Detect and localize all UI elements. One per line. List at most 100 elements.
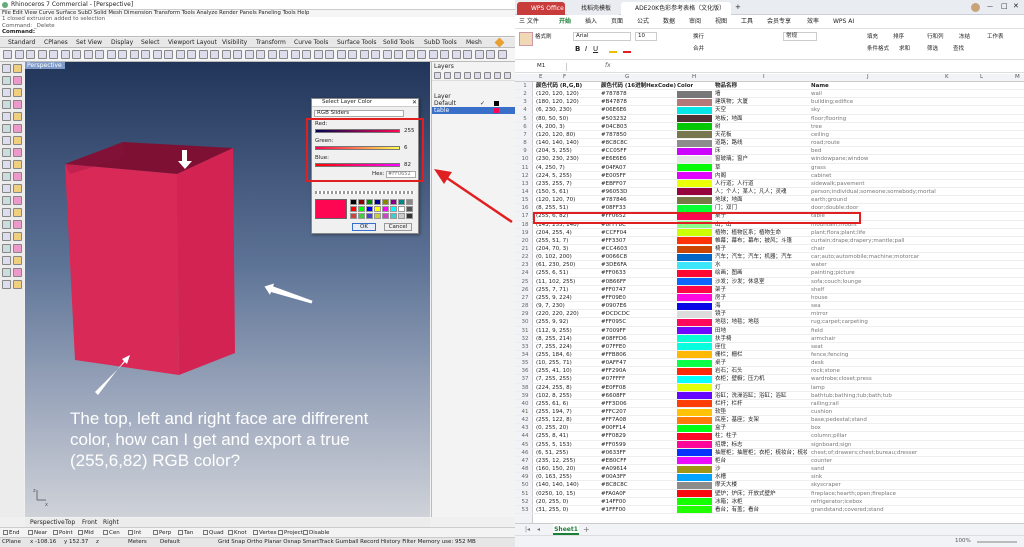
color-swatch[interactable] — [677, 424, 712, 432]
cell-name-cn[interactable]: 帷幕；幕布；幕布；披风；斗篷 — [715, 237, 807, 245]
toolbar-tool-icon[interactable] — [486, 50, 495, 59]
row-number[interactable]: 9 — [518, 147, 532, 155]
toolbar-tool-icon[interactable] — [290, 50, 300, 59]
cell-name[interactable]: sky — [811, 106, 936, 114]
color-swatch[interactable] — [677, 155, 712, 163]
cell-rgb[interactable]: (255, 7, 71) — [536, 286, 568, 294]
cell-name-cn[interactable]: 水槽 — [715, 473, 807, 481]
cell-rgb[interactable]: (61, 230, 250) — [536, 261, 575, 269]
cell-name[interactable]: box — [811, 424, 936, 432]
row-number[interactable]: 20 — [518, 237, 532, 245]
toolbar-tool-icon[interactable] — [175, 50, 185, 59]
font-color-icon[interactable] — [623, 47, 631, 53]
toolbar-tool-icon[interactable] — [417, 50, 426, 59]
color-swatch[interactable] — [677, 106, 712, 114]
table-row[interactable]: 3 (180, 120, 120) #B47878 建筑物；大厦 building;ed… — [515, 98, 1024, 107]
table-row[interactable]: 12 (224, 5, 255) #E005FF 内阁 cabinet — [515, 172, 1024, 180]
close-icon[interactable]: ✕ — [412, 100, 417, 106]
cell-rgb[interactable]: (6, 51, 255) — [536, 449, 568, 457]
cell-hex[interactable]: #CCFF04 — [601, 229, 627, 237]
tab-subd-tools[interactable]: SubD Tools — [424, 40, 457, 46]
palette-swatch[interactable] — [366, 199, 373, 205]
cell-name[interactable]: wardrobe;closet;press — [811, 375, 936, 383]
side-tool-icon[interactable] — [13, 280, 22, 289]
toolbar-tool-icon[interactable] — [463, 50, 472, 59]
cell-name[interactable]: fence;fencing — [811, 351, 936, 359]
color-swatch[interactable] — [677, 278, 712, 286]
wps-menu-item[interactable]: 数据 — [663, 19, 675, 25]
cell-name[interactable]: painting;picture — [811, 269, 936, 277]
row-col-button[interactable]: 行和列 — [927, 34, 944, 41]
freeze-button[interactable]: 冻结 — [959, 34, 970, 41]
table-row[interactable]: 46 (6, 51, 255) #0633FF 抽屉柜；抽屉柜；衣柜；梳妆台；梳妆台 c… — [515, 449, 1024, 457]
table-row[interactable]: 22 (0, 102, 200) #0066C8 汽车；汽车；汽车；机器；汽车 car;… — [515, 253, 1024, 262]
row-number[interactable]: 41 — [518, 408, 532, 416]
row-number[interactable]: 36 — [518, 367, 532, 375]
cell-name-cn[interactable]: 人；个人；某人；凡人；灵魂 — [715, 188, 807, 196]
cell-name[interactable]: windowpane;window — [811, 155, 936, 163]
toolbar-tool-icon[interactable] — [394, 50, 403, 59]
cell-rgb[interactable]: (255, 194, 7) — [536, 408, 572, 416]
toolbar-tool-icon[interactable] — [348, 50, 357, 59]
toolbar-tool-icon[interactable] — [497, 50, 507, 59]
cell-name[interactable]: sink — [811, 473, 936, 481]
osnap-perp[interactable]: Perp — [153, 530, 171, 537]
cell-rgb[interactable]: (4, 250, 7) — [536, 164, 565, 172]
table-row[interactable]: 2 (120, 120, 120) #787878 墙 wall — [515, 90, 1024, 99]
zoom-slider[interactable] — [977, 541, 1017, 543]
row-number[interactable]: 8 — [518, 139, 532, 147]
cell-hex[interactable]: #FF0829 — [601, 432, 626, 440]
table-row[interactable]: 25 (11, 102, 255) #0B66FF 沙发；沙发；休息室 sofa;cou… — [515, 278, 1024, 286]
cell-name[interactable]: road;route — [811, 139, 936, 147]
toolbar-tool-icon[interactable] — [164, 50, 173, 59]
cell-rgb[interactable]: (0, 163, 255) — [536, 473, 572, 481]
cell-name-cn[interactable]: 底座；基座；支架 — [715, 416, 807, 424]
cell-name-cn[interactable]: 扶手椅 — [715, 335, 807, 343]
cell-rgb[interactable]: (255, 9, 224) — [536, 294, 572, 302]
cell-name-cn[interactable]: 椅子 — [715, 245, 807, 253]
side-tool-icon[interactable] — [13, 160, 22, 169]
palette-swatch[interactable] — [406, 213, 413, 219]
status-units[interactable]: Meters — [128, 539, 147, 546]
table-row[interactable]: 34 (255, 184, 6) #FFB806 栅栏；栅栏 fence;fencing — [515, 351, 1024, 360]
cell-name-cn[interactable]: 地球；地面 — [715, 196, 807, 204]
table-row[interactable]: 36 (255, 41, 10) #FF290A 岩石；石头 rock;stone — [515, 367, 1024, 376]
cell-hex[interactable]: #503232 — [601, 115, 627, 123]
cell-name[interactable]: seat — [811, 343, 936, 351]
table-row[interactable]: 52 (20, 255, 0) #14FF00 冰箱；冰柜 refrigerator;i… — [515, 498, 1024, 506]
cell-rgb[interactable]: (150, 5, 61) — [536, 188, 568, 196]
row-number[interactable]: 18 — [518, 221, 532, 229]
palette-swatch[interactable] — [390, 199, 397, 205]
color-swatch[interactable] — [677, 131, 712, 139]
table-row[interactable]: 44 (255, 8, 41) #FF0829 柱；柱子 column;pillar — [515, 432, 1024, 441]
row-number[interactable]: 7 — [518, 131, 532, 139]
row-number[interactable]: 45 — [518, 441, 532, 449]
color-swatch[interactable] — [677, 310, 712, 318]
font-select[interactable]: Arial — [576, 33, 588, 40]
side-tool-icon[interactable] — [2, 196, 11, 205]
cell-name-cn[interactable]: 内阁 — [715, 172, 807, 180]
find-button[interactable]: 查找 — [953, 46, 964, 53]
osnap-vertex[interactable]: Vertex — [253, 530, 277, 537]
table-row[interactable]: 14 (150, 5, 61) #96053D 人；个人；某人；凡人；灵魂 person… — [515, 188, 1024, 197]
color-swatch[interactable] — [677, 245, 712, 253]
prev-sheet-icon[interactable]: ◂ — [537, 527, 540, 533]
col-h[interactable]: H — [692, 74, 696, 81]
toolbar-tool-icon[interactable] — [371, 50, 380, 59]
table-row[interactable]: 27 (255, 9, 224) #FF09E0 房子 house — [515, 294, 1024, 303]
cell-hex[interactable]: #EB0CFF — [601, 457, 627, 465]
toolbar-tool-icon[interactable] — [267, 50, 277, 59]
table-row[interactable]: 37 (7, 255, 255) #07FFFF 衣柜；壁橱；压力机 wardrobe;… — [515, 375, 1024, 384]
row-number[interactable]: 48 — [518, 465, 532, 473]
tab-visibility[interactable]: Visibility — [222, 40, 247, 46]
side-tool-icon[interactable] — [13, 136, 22, 145]
row-number[interactable]: 16 — [518, 204, 532, 212]
osnap-point[interactable]: Point — [53, 530, 73, 537]
side-tool-icon[interactable] — [2, 136, 11, 145]
color-swatch[interactable] — [677, 335, 712, 343]
cell-rgb[interactable]: (255, 5, 153) — [536, 441, 572, 449]
palette-swatch[interactable] — [350, 199, 357, 205]
toolbar-tool-icon[interactable] — [37, 50, 47, 59]
osnap-int[interactable]: Int — [128, 530, 141, 537]
ok-button[interactable]: OK — [352, 223, 376, 231]
